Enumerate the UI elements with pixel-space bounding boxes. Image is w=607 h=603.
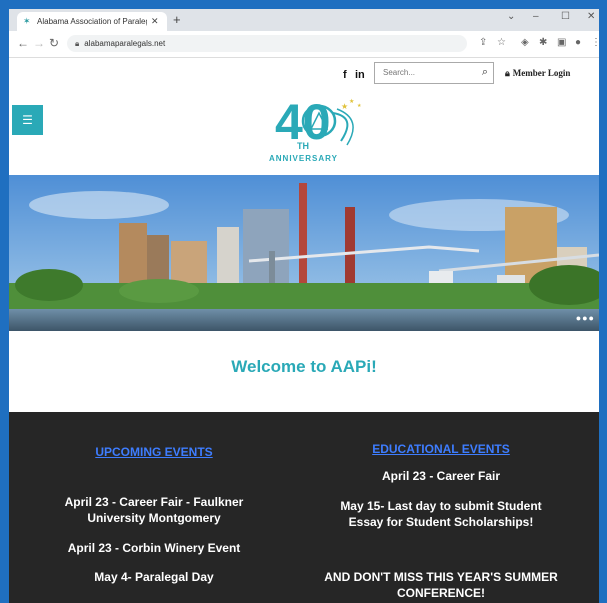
educational-events-link[interactable]: EDUCATIONAL EVENTS: [301, 441, 581, 457]
upcoming-events-link[interactable]: UPCOMING EVENTS: [39, 444, 269, 460]
bookmark-star-icon[interactable]: ☆: [497, 37, 506, 48]
tab-close-icon[interactable]: ✕: [151, 16, 159, 27]
search-input[interactable]: [375, 63, 475, 81]
events-section: UPCOMING EVENTS April 23 - Career Fair -…: [9, 412, 599, 603]
linkedin-icon[interactable]: in: [355, 69, 365, 81]
upcoming-event-line: University Montgomery: [87, 511, 221, 525]
member-login-label: Member Login: [512, 68, 571, 78]
forward-arrow-icon[interactable]: →: [33, 36, 45, 50]
extension-icon[interactable]: ◈: [521, 37, 529, 48]
sidebar-icon[interactable]: ▣: [557, 37, 566, 48]
url-text: alabamaparalegals.net: [84, 39, 166, 48]
browser-tab[interactable]: ✶ Alabama Association of Paraleg... ✕: [17, 12, 167, 31]
educational-event-line: May 15- Last day to submit Student: [340, 499, 542, 513]
logo-star-icon: ★: [349, 98, 354, 105]
anniversary-logo[interactable]: 40 ★ ★ ★ TH ANNIVERSARY: [267, 89, 367, 165]
profile-icon[interactable]: ●: [575, 37, 581, 48]
search-icon[interactable]: ⌕: [482, 66, 488, 79]
address-toolbar: ← → ↻ 🔒︎ alabamaparalegals.net ⇪ ☆ ◈ ✱ ▣ …: [9, 31, 599, 58]
upcoming-event-line: May 4- Paralegal Day: [94, 570, 214, 584]
member-login-link[interactable]: 🔒︎ Member Login: [505, 68, 570, 79]
hamburger-icon: ☰: [22, 113, 33, 127]
close-window-button[interactable]: ✕: [587, 11, 595, 22]
tab-title: Alabama Association of Paraleg...: [37, 17, 147, 26]
minimize-button[interactable]: –: [533, 11, 539, 22]
browser-window: ✶ Alabama Association of Paraleg... ✕ + …: [9, 9, 599, 603]
lock-icon: 🔒︎: [75, 39, 80, 48]
site-favicon-icon: ✶: [23, 16, 31, 26]
educational-event-line: Essay for Student Scholarships!: [348, 515, 534, 529]
search-box: ⌕: [374, 62, 494, 84]
slider-dots[interactable]: ●●●: [576, 313, 595, 323]
puzzle-icon[interactable]: ✱: [539, 37, 547, 48]
share-icon[interactable]: ⇪: [479, 37, 487, 48]
educational-event-line: April 23 - Career Fair: [381, 469, 501, 483]
reload-icon[interactable]: ↻: [49, 36, 59, 50]
welcome-heading: Welcome to AAPi!: [231, 357, 377, 376]
menu-dots-icon[interactable]: ⋮: [591, 37, 599, 48]
hero-skyline-image: [9, 175, 599, 331]
maximize-button[interactable]: ☐: [561, 11, 570, 22]
hero-slider[interactable]: ●●●: [9, 175, 599, 331]
tab-search-icon[interactable]: ⌄: [507, 11, 515, 22]
lock-icon: 🔒︎: [505, 68, 510, 78]
back-arrow-icon[interactable]: ←: [17, 36, 29, 50]
upcoming-event-line: April 23 - Corbin Winery Event: [67, 541, 241, 555]
tab-strip: ✶ Alabama Association of Paraleg... ✕ + …: [9, 9, 599, 31]
facebook-icon[interactable]: f: [343, 69, 347, 81]
url-bar[interactable]: 🔒︎ alabamaparalegals.net: [67, 35, 467, 52]
logo-suffix: TH: [297, 141, 309, 151]
new-tab-button[interactable]: +: [173, 12, 181, 27]
logo-star-icon: ★: [341, 102, 348, 111]
logo-tagline: ANNIVERSARY: [269, 154, 338, 163]
upcoming-event-line: April 23 - Career Fair - Faulkner: [64, 495, 244, 509]
educational-event-line: AND DON'T MISS THIS YEAR'S SUMMER: [324, 570, 558, 584]
logo-star-icon: ★: [357, 103, 362, 109]
educational-event-line: CONFERENCE!: [396, 586, 485, 600]
menu-toggle-button[interactable]: ☰: [12, 105, 43, 135]
